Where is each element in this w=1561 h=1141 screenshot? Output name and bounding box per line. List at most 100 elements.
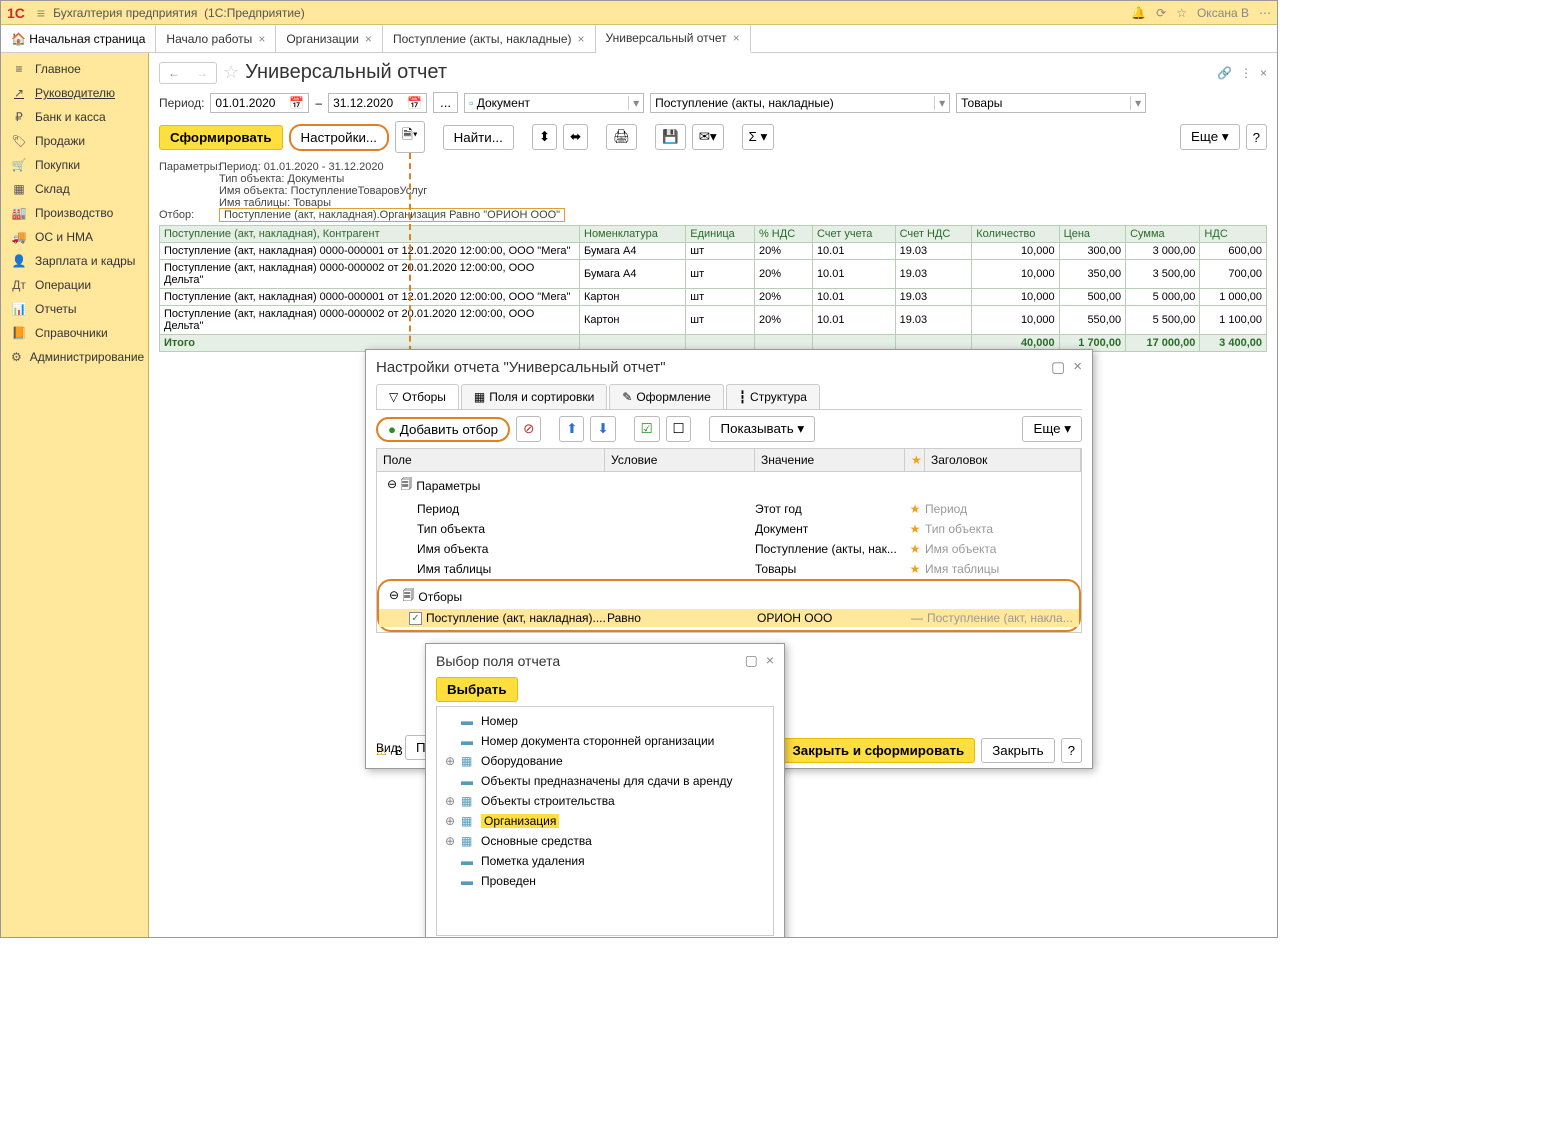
col-acc[interactable]: Счет учета (812, 226, 895, 243)
print-button[interactable]: 🖨 (606, 124, 637, 150)
expand-button[interactable]: ⬍ (532, 124, 557, 150)
col-field[interactable]: Поле (377, 449, 605, 471)
sidebar-prod[interactable]: 🏭Производство (1, 201, 148, 225)
save-button[interactable]: 💾 (655, 124, 686, 150)
field-list[interactable]: ▬Номер ▬Номер документа сторонней органи… (436, 706, 774, 936)
date-to[interactable]: 📅 (328, 93, 427, 113)
field-item[interactable]: ▬Объекты предназначены для сдачи в аренд… (437, 771, 773, 791)
field-item[interactable]: ▬Пометка удаления (437, 851, 773, 871)
date-from[interactable]: 📅 (210, 93, 309, 113)
history-icon[interactable]: ⟳ (1156, 6, 1166, 20)
maximize-icon[interactable]: ▢ (745, 652, 758, 669)
table-row[interactable]: Поступление (акт, накладная) 0000-000002… (160, 306, 1267, 335)
bell-icon[interactable]: 🔔 (1131, 6, 1146, 20)
email-button[interactable]: ✉▾ (692, 124, 724, 150)
group-params[interactable]: ⊖ 🗐 Параметры (377, 472, 1081, 499)
field-item[interactable]: ▬Номер (437, 711, 773, 731)
delete-button[interactable]: ⊘ (516, 416, 541, 442)
more-icon[interactable]: ⋮ (1240, 66, 1252, 80)
col-title[interactable]: Заголовок (925, 449, 1081, 471)
tab-report[interactable]: Универсальный отчет× (596, 25, 751, 53)
check-icon[interactable]: ✓ (409, 612, 422, 625)
uncheck-button[interactable]: ☐ (666, 416, 692, 442)
col-sum[interactable]: Сумма (1126, 226, 1200, 243)
col-qty[interactable]: Количество (972, 226, 1059, 243)
show-button[interactable]: Показывать ▾ (709, 416, 815, 442)
period-picker-button[interactable]: ... (433, 92, 458, 113)
sidebar-stock[interactable]: ▦Склад (1, 177, 148, 201)
sidebar-refs[interactable]: 📙Справочники (1, 321, 148, 345)
sidebar-sales[interactable]: 🏷Продажи (1, 129, 148, 153)
sidebar-mgr[interactable]: ↗Руководителю (1, 81, 148, 105)
field-item[interactable]: ▬Номер документа сторонней организации (437, 731, 773, 751)
row-tbl[interactable]: Имя таблицыТовары★Имя таблицы (377, 559, 1081, 579)
collapse-button[interactable]: ⬌ (563, 124, 588, 150)
select-button[interactable]: Выбрать (436, 677, 518, 702)
col-star[interactable]: ★ (905, 449, 925, 471)
tab-receipts[interactable]: Поступление (акты, накладные)× (383, 25, 596, 52)
save-variant-button[interactable]: 🗎▾ (395, 121, 425, 153)
col-doc[interactable]: Поступление (акт, накладная), Контрагент (160, 226, 580, 243)
col-value[interactable]: Значение (755, 449, 905, 471)
col-price[interactable]: Цена (1059, 226, 1126, 243)
table-row[interactable]: Поступление (акт, накладная) 0000-000001… (160, 289, 1267, 306)
table-row[interactable]: Поступление (акт, накладная) 0000-000001… (160, 243, 1267, 260)
calendar-icon[interactable]: 📅 (407, 96, 422, 110)
group-filters[interactable]: ⊖ 🗐 Отборы ✓ Поступление (акт, накладная… (377, 579, 1081, 632)
field-item[interactable]: ⊕▦Оборудование (437, 751, 773, 771)
row-obj[interactable]: Имя объектаПоступление (акты, нак...★Имя… (377, 539, 1081, 559)
close-icon[interactable]: × (258, 32, 265, 46)
sidebar-admin[interactable]: ⚙Администрирование (1, 345, 148, 369)
up-button[interactable]: ⬆ (559, 416, 584, 442)
field-item[interactable]: ▬Проведен (437, 871, 773, 891)
table-row[interactable]: Поступление (акт, накладная) 0000-000002… (160, 260, 1267, 289)
sidebar-purch[interactable]: 🛒Покупки (1, 153, 148, 177)
close-icon[interactable]: × (1073, 358, 1082, 376)
sidebar-os[interactable]: 🚚ОС и НМА (1, 225, 148, 249)
back-button[interactable]: ← (160, 63, 188, 83)
tab-fields[interactable]: ▦Поля и сортировки (461, 384, 607, 409)
menu-icon[interactable]: ≡ (37, 5, 45, 21)
sidebar-hr[interactable]: 👤Зарплата и кадры (1, 249, 148, 273)
col-vat[interactable]: % НДС (754, 226, 812, 243)
calendar-icon[interactable]: 📅 (289, 96, 304, 110)
type-select[interactable]: ▫ Документ▾ (464, 93, 644, 113)
user-label[interactable]: Оксана В (1197, 6, 1249, 20)
sidebar-main[interactable]: ≡Главное (1, 57, 148, 81)
field-item-selected[interactable]: ⊕▦Организация (437, 811, 773, 831)
close-icon[interactable]: × (365, 32, 372, 46)
more-button[interactable]: Еще ▾ (1022, 416, 1082, 442)
field-item[interactable]: ⊕▦Основные средства (437, 831, 773, 851)
sidebar-bank[interactable]: ₽Банк и касса (1, 105, 148, 129)
maximize-icon[interactable]: ▢ (1051, 358, 1065, 376)
col-vsum[interactable]: НДС (1200, 226, 1267, 243)
col-unit[interactable]: Единица (686, 226, 755, 243)
form-button[interactable]: Сформировать (159, 125, 283, 150)
field-item[interactable]: ⊕▦Объекты строительства (437, 791, 773, 811)
link-icon[interactable]: 🔗 (1217, 66, 1232, 80)
add-filter-button[interactable]: ● Добавить отбор (376, 417, 510, 442)
close-icon[interactable]: × (766, 652, 774, 669)
col-vacc[interactable]: Счет НДС (895, 226, 972, 243)
col-cond[interactable]: Условие (605, 449, 755, 471)
tab-style[interactable]: ✎Оформление (609, 384, 724, 409)
sidebar-reports[interactable]: 📊Отчеты (1, 297, 148, 321)
close-icon[interactable]: × (578, 32, 585, 46)
tab-filters[interactable]: ▽Отборы (376, 384, 459, 409)
home-tab[interactable]: 🏠 Начальная страница (1, 25, 156, 52)
object-select[interactable]: Поступление (акты, накладные)▾ (650, 93, 950, 113)
row-filter[interactable]: ✓ Поступление (акт, накладная).... Равно… (379, 609, 1079, 627)
down-button[interactable]: ⬇ (590, 416, 615, 442)
help-button[interactable]: ? (1246, 124, 1267, 150)
sum-button[interactable]: Σ ▾ (742, 124, 775, 150)
tab-struct[interactable]: ┇Структура (726, 384, 820, 409)
col-nom[interactable]: Номенклатура (580, 226, 686, 243)
find-button[interactable]: Найти... (443, 125, 514, 150)
row-period[interactable]: ПериодЭтот год★Период (377, 499, 1081, 519)
check-button[interactable]: ☑ (634, 416, 660, 442)
tab-start[interactable]: Начало работы× (156, 25, 276, 52)
settings-button[interactable]: Настройки... (289, 124, 389, 151)
close-icon[interactable]: × (733, 31, 740, 45)
table-select[interactable]: Товары▾ (956, 93, 1146, 113)
close-icon[interactable]: × (1260, 66, 1267, 80)
